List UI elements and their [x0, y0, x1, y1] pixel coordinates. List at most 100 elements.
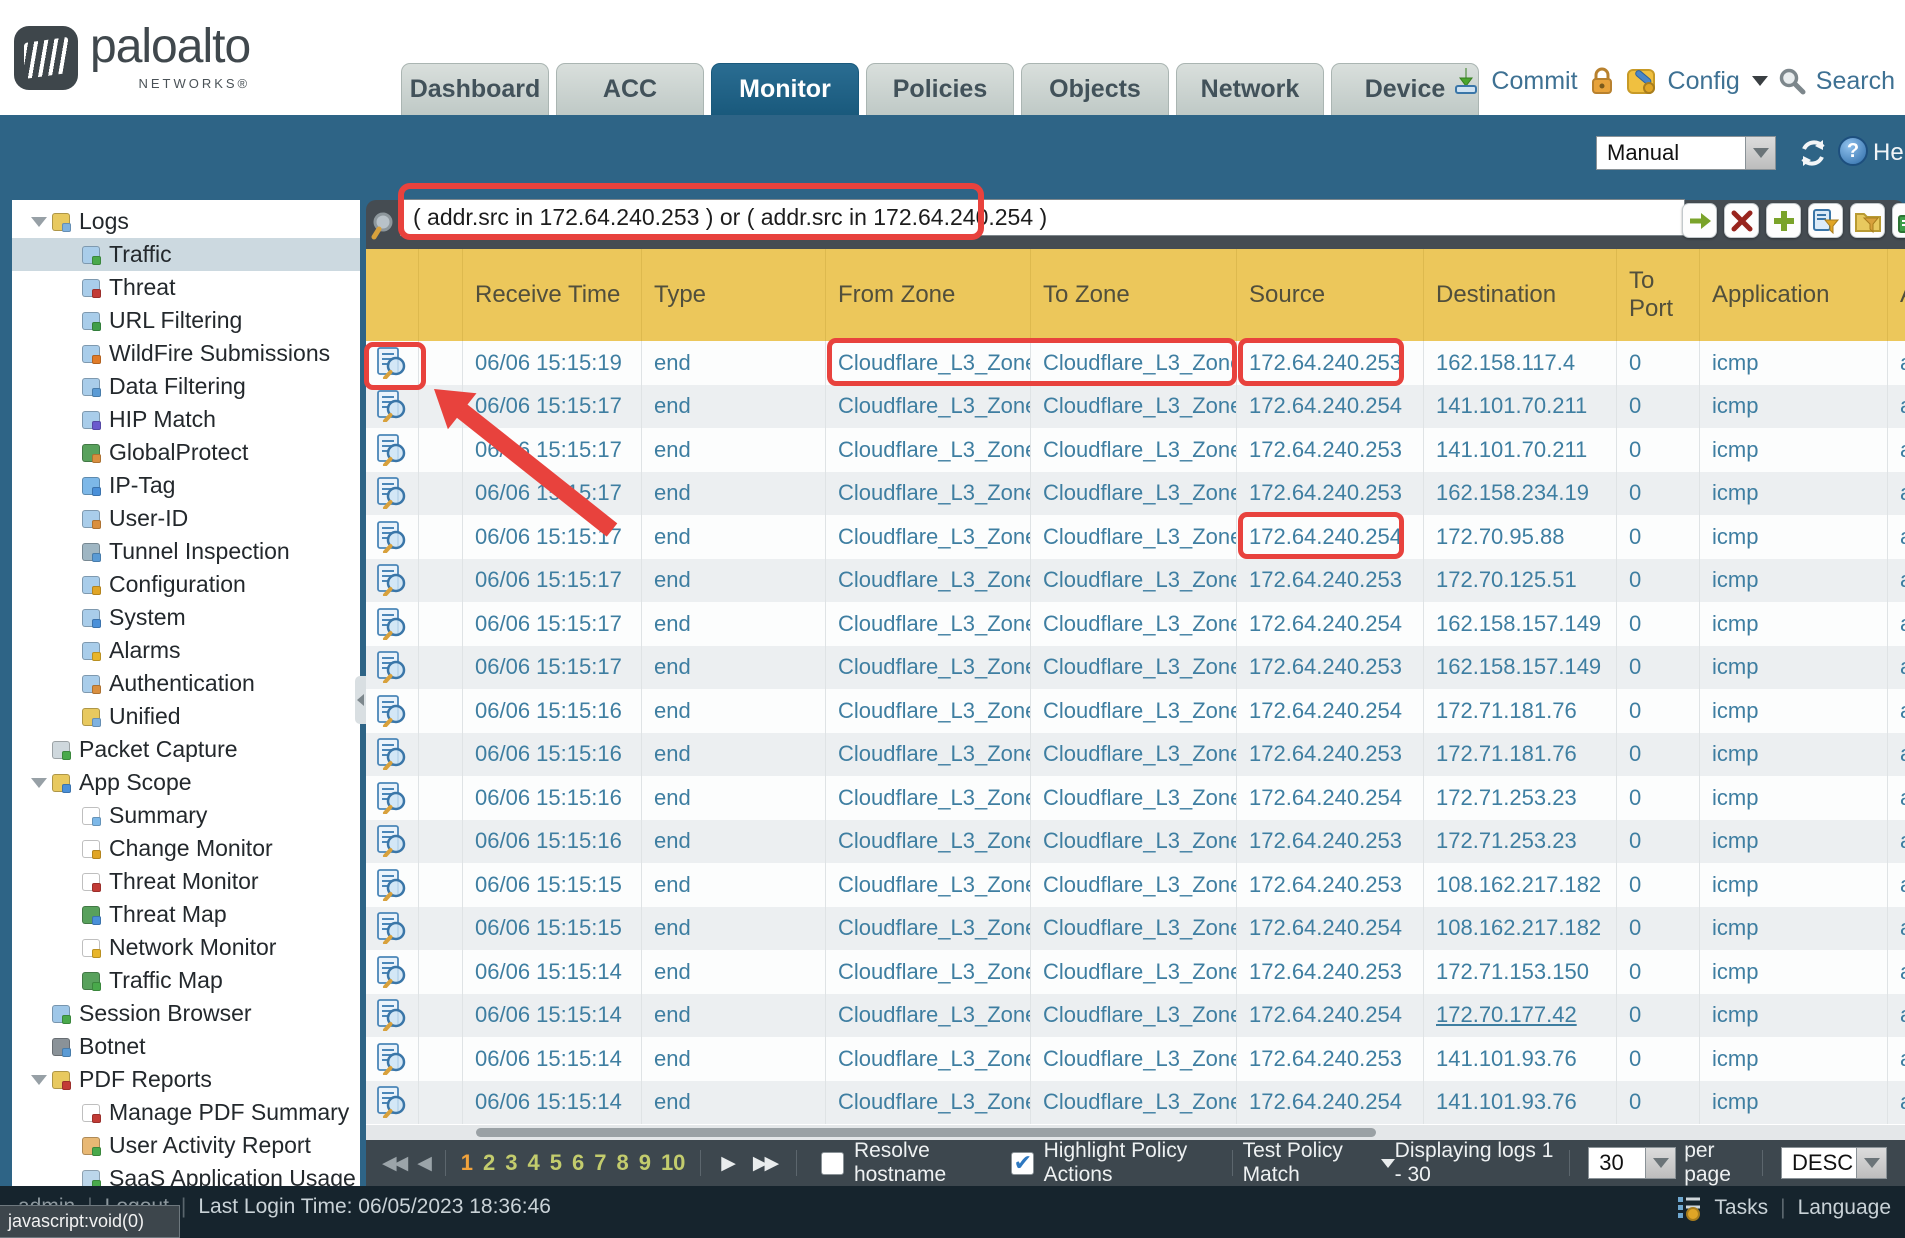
- page-number-4[interactable]: 4: [527, 1150, 539, 1176]
- cell-destination[interactable]: 172.71.153.150: [1424, 950, 1617, 994]
- log-detail-button[interactable]: [366, 820, 419, 864]
- log-detail-button[interactable]: [366, 733, 419, 777]
- cell-from_zone[interactable]: Cloudflare_L3_Zone: [826, 863, 1031, 907]
- cell-application[interactable]: icmp: [1700, 472, 1888, 516]
- sidebar-item-threat-monitor[interactable]: Threat Monitor: [12, 865, 360, 898]
- cell-destination[interactable]: 172.70.125.51: [1424, 559, 1617, 603]
- sidebar-item-user-id[interactable]: User-ID: [12, 502, 360, 535]
- cell-source[interactable]: 172.64.240.254: [1237, 689, 1424, 733]
- help-label[interactable]: Help: [1873, 139, 1905, 167]
- cell-to_zone[interactable]: Cloudflare_L3_Zone: [1031, 385, 1237, 429]
- expander-icon[interactable]: [28, 778, 50, 788]
- cell-to_zone[interactable]: Cloudflare_L3_Zone: [1031, 950, 1237, 994]
- save-filter-button[interactable]: [1808, 203, 1843, 238]
- cell-to_zone[interactable]: Cloudflare_L3_Zone: [1031, 646, 1237, 690]
- tab-acc[interactable]: ACC: [556, 63, 704, 115]
- sidebar-item-tunnel-inspection[interactable]: Tunnel Inspection: [12, 535, 360, 568]
- language-button[interactable]: Language: [1798, 1196, 1891, 1220]
- cell-destination[interactable]: 162.158.157.149: [1424, 646, 1617, 690]
- sidebar-item-session-browser[interactable]: Session Browser: [12, 997, 360, 1030]
- cell-from_zone[interactable]: Cloudflare_L3_Zone: [826, 385, 1031, 429]
- cell-source[interactable]: 172.64.240.254: [1237, 907, 1424, 951]
- log-detail-button[interactable]: [366, 341, 419, 385]
- cell-to_zone[interactable]: Cloudflare_L3_Zone: [1031, 776, 1237, 820]
- log-detail-button[interactable]: [366, 559, 419, 603]
- cell-to_zone[interactable]: Cloudflare_L3_Zone: [1031, 733, 1237, 777]
- log-detail-button[interactable]: [366, 863, 419, 907]
- cell-from_zone[interactable]: Cloudflare_L3_Zone: [826, 602, 1031, 646]
- column-header-source[interactable]: Source: [1237, 249, 1424, 341]
- sidebar-item-summary[interactable]: Summary: [12, 799, 360, 832]
- cell-application[interactable]: icmp: [1700, 385, 1888, 429]
- column-header-type[interactable]: Type: [642, 249, 826, 341]
- tab-policies[interactable]: Policies: [866, 63, 1014, 115]
- column-header-to_zone[interactable]: To Zone: [1031, 249, 1237, 341]
- page-number-9[interactable]: 9: [639, 1150, 651, 1176]
- page-number-2[interactable]: 2: [483, 1150, 495, 1176]
- sidebar-item-system[interactable]: System: [12, 601, 360, 634]
- cell-from_zone[interactable]: Cloudflare_L3_Zone: [826, 559, 1031, 603]
- refresh-interval-select[interactable]: Manual: [1596, 136, 1776, 170]
- refresh-interval-caret[interactable]: [1746, 136, 1776, 170]
- cell-application[interactable]: icmp: [1700, 428, 1888, 472]
- commit-button[interactable]: Commit: [1491, 67, 1577, 96]
- cell-to_zone[interactable]: Cloudflare_L3_Zone: [1031, 559, 1237, 603]
- cell-destination[interactable]: 162.158.117.4: [1424, 341, 1617, 385]
- cell-from_zone[interactable]: Cloudflare_L3_Zone: [826, 472, 1031, 516]
- cell-application[interactable]: icmp: [1700, 559, 1888, 603]
- per-page-caret[interactable]: [1646, 1147, 1676, 1179]
- cell-source[interactable]: 172.64.240.253: [1237, 733, 1424, 777]
- cell-destination[interactable]: 172.71.181.76: [1424, 733, 1617, 777]
- last-page-button[interactable]: ▶▶: [753, 1152, 776, 1175]
- add-filter-button[interactable]: [1766, 203, 1801, 238]
- config-caret-icon[interactable]: [1752, 76, 1768, 86]
- resolve-hostname-checkbox[interactable]: [821, 1152, 844, 1175]
- cell-destination[interactable]: 141.101.70.211: [1424, 428, 1617, 472]
- sidebar-item-saas-application-usage[interactable]: SaaS Application Usage: [12, 1162, 360, 1186]
- first-page-button[interactable]: ◀◀: [382, 1152, 405, 1175]
- sidebar-item-url-filtering[interactable]: URL Filtering: [12, 304, 360, 337]
- log-detail-button[interactable]: [366, 1081, 419, 1125]
- clear-filter-button[interactable]: [1724, 203, 1759, 238]
- cell-from_zone[interactable]: Cloudflare_L3_Zone: [826, 1037, 1031, 1081]
- cell-from_zone[interactable]: Cloudflare_L3_Zone: [826, 341, 1031, 385]
- log-detail-button[interactable]: [366, 950, 419, 994]
- cell-application[interactable]: icmp: [1700, 994, 1888, 1038]
- cell-to_zone[interactable]: Cloudflare_L3_Zone: [1031, 863, 1237, 907]
- log-detail-button[interactable]: [366, 646, 419, 690]
- horizontal-scrollbar-thumb[interactable]: [476, 1128, 1376, 1137]
- cell-source[interactable]: 172.64.240.253: [1237, 472, 1424, 516]
- sidebar-item-network-monitor[interactable]: Network Monitor: [12, 931, 360, 964]
- cell-to_zone[interactable]: Cloudflare_L3_Zone: [1031, 602, 1237, 646]
- tasks-button[interactable]: Tasks: [1714, 1196, 1768, 1220]
- sidebar-item-manage-pdf-summary[interactable]: Manage PDF Summary: [12, 1096, 360, 1129]
- sidebar-item-alarms[interactable]: Alarms: [12, 634, 360, 667]
- cell-source[interactable]: 172.64.240.254: [1237, 602, 1424, 646]
- sidebar-item-packet-capture[interactable]: Packet Capture: [12, 733, 360, 766]
- log-detail-button[interactable]: [366, 428, 419, 472]
- log-detail-button[interactable]: [366, 385, 419, 429]
- cell-from_zone[interactable]: Cloudflare_L3_Zone: [826, 994, 1031, 1038]
- tab-monitor[interactable]: Monitor: [711, 63, 859, 115]
- sidebar-item-traffic-map[interactable]: Traffic Map: [12, 964, 360, 997]
- cell-to_zone[interactable]: Cloudflare_L3_Zone: [1031, 820, 1237, 864]
- apply-filter-button[interactable]: [1682, 203, 1717, 238]
- sort-order-caret[interactable]: [1857, 1147, 1887, 1179]
- page-number-1[interactable]: 1: [461, 1150, 473, 1176]
- page-number-7[interactable]: 7: [594, 1150, 606, 1176]
- sidebar-item-data-filtering[interactable]: Data Filtering: [12, 370, 360, 403]
- cell-to_zone[interactable]: Cloudflare_L3_Zone: [1031, 341, 1237, 385]
- cell-source[interactable]: 172.64.240.253: [1237, 820, 1424, 864]
- cell-destination[interactable]: 141.101.70.211: [1424, 385, 1617, 429]
- cell-to_zone[interactable]: Cloudflare_L3_Zone: [1031, 907, 1237, 951]
- cell-source[interactable]: 172.64.240.254: [1237, 1081, 1424, 1125]
- page-number-5[interactable]: 5: [550, 1150, 562, 1176]
- cell-source[interactable]: 172.64.240.253: [1237, 428, 1424, 472]
- cell-source[interactable]: 172.64.240.253: [1237, 863, 1424, 907]
- cell-from_zone[interactable]: Cloudflare_L3_Zone: [826, 820, 1031, 864]
- expander-icon[interactable]: [28, 217, 50, 227]
- log-detail-button[interactable]: [366, 602, 419, 646]
- column-header-destination[interactable]: Destination: [1424, 249, 1617, 341]
- log-detail-button[interactable]: [366, 689, 419, 733]
- page-number-3[interactable]: 3: [505, 1150, 517, 1176]
